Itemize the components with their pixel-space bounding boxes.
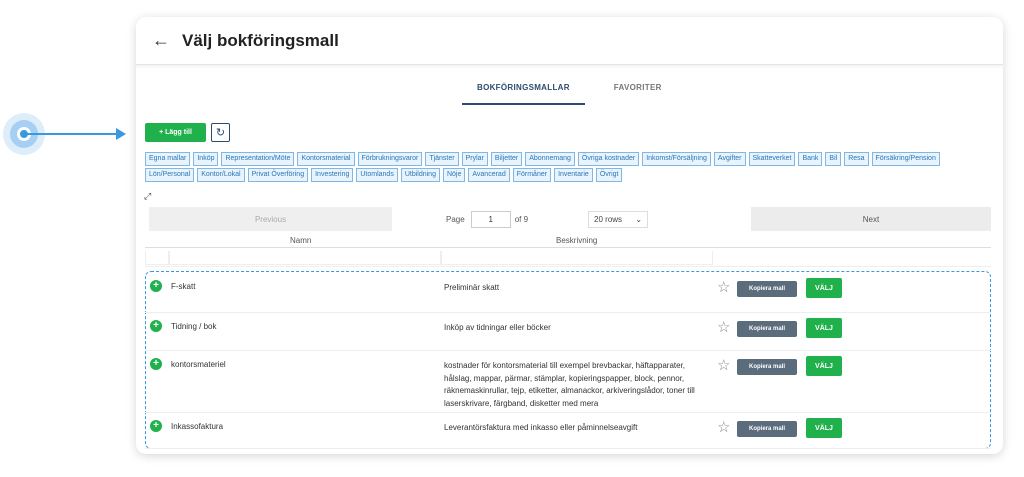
- copy-template-button[interactable]: Kopiera mall: [737, 321, 797, 337]
- table-row: + F-skatt Preliminär skatt ☆ Kopiera mall VÄL…: [145, 273, 991, 313]
- category-chip[interactable]: Avgifter: [713, 152, 746, 166]
- template-description: Inköp av tidningar eller böcker: [444, 323, 551, 332]
- category-chip[interactable]: Prylar: [461, 152, 488, 166]
- category-chip[interactable]: Kontor/Lokal: [197, 168, 245, 182]
- category-chip[interactable]: Försäkring/Pension: [871, 152, 940, 166]
- copy-template-button[interactable]: Kopiera mall: [737, 281, 797, 297]
- star-icon[interactable]: ☆: [717, 318, 730, 336]
- column-description[interactable]: Beskrivning: [556, 236, 597, 245]
- screen: ← Välj bokföringsmall BOKFÖRINGSMALLAR F…: [0, 0, 1024, 477]
- copy-template-button[interactable]: Kopiera mall: [737, 359, 797, 375]
- category-chip[interactable]: Privat Överföring: [247, 168, 309, 182]
- page-title: Välj bokföringsmall: [182, 30, 339, 50]
- category-chip[interactable]: Kontorsmaterial: [297, 152, 355, 166]
- category-chip[interactable]: Tjänster: [425, 152, 459, 166]
- select-button[interactable]: VÄLJ: [806, 356, 842, 376]
- previous-button[interactable]: Previous: [149, 207, 392, 231]
- table-row: + Inkassofaktura Leverantörsfaktura med in…: [145, 413, 991, 449]
- category-chip[interactable]: Egna mallar: [145, 152, 191, 166]
- category-chip[interactable]: Bank: [798, 152, 823, 166]
- expand-plus-icon[interactable]: +: [150, 280, 162, 292]
- select-button[interactable]: VÄLJ: [806, 278, 842, 298]
- refresh-icon[interactable]: ↻: [211, 123, 230, 142]
- table-header: Namn Beskrivning: [145, 234, 991, 248]
- dialog-header: ← Välj bokföringsmall: [136, 17, 1003, 65]
- chevron-down-icon: ⌄: [635, 214, 643, 224]
- category-chip[interactable]: Representation/Möte: [221, 152, 295, 166]
- expand-plus-icon[interactable]: +: [150, 420, 162, 432]
- category-chip[interactable]: Utomlands: [356, 168, 398, 182]
- page-input[interactable]: 1: [470, 210, 511, 228]
- template-dialog: ← Välj bokföringsmall BOKFÖRINGSMALLAR F…: [136, 17, 1003, 454]
- category-chip[interactable]: Inkomst/Försäljning: [642, 152, 711, 166]
- rows-select[interactable]: 20 rows ⌄: [588, 210, 649, 228]
- star-icon[interactable]: ☆: [717, 278, 730, 296]
- table-row: + kontorsmateriel kostnader för kontorsmat…: [145, 351, 991, 413]
- template-name: Inkassofaktura: [171, 422, 224, 431]
- category-chip[interactable]: Förbrukningsvaror: [357, 152, 423, 166]
- category-chip[interactable]: Förmåner: [512, 168, 552, 182]
- table-filter-row: [145, 249, 991, 267]
- template-description: kostnader för kontorsmaterial till exemp…: [444, 361, 695, 408]
- category-chip[interactable]: Resa: [844, 152, 869, 166]
- description-filter[interactable]: [441, 251, 713, 265]
- table-row: + Tidning / bok Inköp av tidningar eller b…: [145, 313, 991, 351]
- next-button[interactable]: Next: [751, 207, 991, 231]
- category-chip[interactable]: Investering: [311, 168, 354, 182]
- category-chip[interactable]: Avancerad: [468, 168, 510, 182]
- category-chip[interactable]: Bil: [825, 152, 842, 166]
- tab-bokforingsmallar[interactable]: BOKFÖRINGSMALLAR: [462, 83, 585, 105]
- category-chip[interactable]: Skatteverket: [748, 152, 796, 166]
- select-button[interactable]: VÄLJ: [806, 318, 842, 338]
- back-arrow-icon[interactable]: ←: [152, 30, 170, 51]
- column-name[interactable]: Namn: [290, 236, 311, 245]
- pagination: Previous Page 1 of 9 20 rows ⌄ Next: [145, 206, 991, 232]
- category-chip[interactable]: Nöje: [442, 168, 466, 182]
- expand-plus-icon[interactable]: +: [150, 320, 162, 332]
- template-description: Preliminär skatt: [444, 283, 500, 292]
- expand-plus-icon[interactable]: +: [150, 358, 162, 370]
- select-button[interactable]: VÄLJ: [806, 418, 842, 438]
- pointer-arrow-icon: [116, 128, 126, 140]
- expand-icon[interactable]: ⤢: [144, 191, 151, 202]
- category-chip[interactable]: Utbildning: [400, 168, 440, 182]
- category-chip[interactable]: Abonnemang: [525, 152, 575, 166]
- copy-template-button[interactable]: Kopiera mall: [737, 421, 797, 437]
- template-name: kontorsmateriel: [171, 360, 226, 369]
- category-chip[interactable]: Övrigt: [595, 168, 623, 182]
- pointer-line: [24, 133, 120, 135]
- category-filters: Egna mallar Inköp Representation/Möte Konto…: [145, 152, 975, 182]
- name-filter[interactable]: [169, 251, 441, 265]
- star-icon[interactable]: ☆: [717, 356, 730, 374]
- add-button[interactable]: + Lägg till: [145, 123, 206, 142]
- star-icon[interactable]: ☆: [717, 418, 730, 436]
- tab-favoriter[interactable]: FAVORITER: [599, 83, 677, 105]
- category-chip[interactable]: Inventarie: [554, 168, 593, 182]
- page-count: of 9: [514, 214, 529, 224]
- category-chip[interactable]: Biljetter: [490, 152, 523, 166]
- tab-bar: BOKFÖRINGSMALLAR FAVORITER: [462, 83, 677, 105]
- category-chip[interactable]: Lön/Personal: [145, 168, 195, 182]
- category-chip[interactable]: Inköp: [193, 152, 219, 166]
- template-name: Tidning / bok: [171, 322, 217, 331]
- template-name: F-skatt: [171, 282, 196, 291]
- category-chip[interactable]: Övriga kostnader: [577, 152, 640, 166]
- template-description: Leverantörsfaktura med inkasso eller påm…: [444, 423, 638, 432]
- page-label: Page: [446, 214, 465, 224]
